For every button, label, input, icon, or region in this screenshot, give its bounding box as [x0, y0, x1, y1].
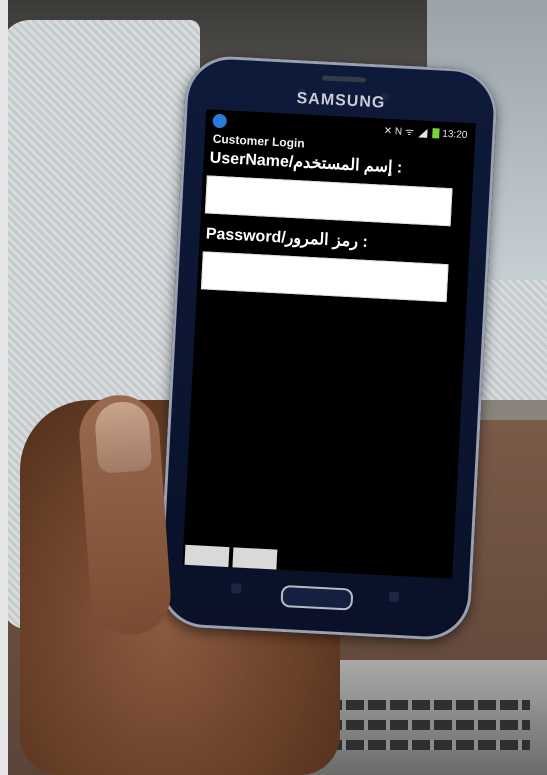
menu-key-icon[interactable] — [231, 583, 242, 594]
home-button[interactable] — [280, 584, 354, 611]
clock: 13:20 — [442, 128, 468, 141]
thumbnail — [93, 400, 153, 474]
status-icons: ✕ N ᯤ 13:20 — [383, 123, 467, 141]
earpiece-speaker — [322, 75, 367, 83]
login-button[interactable] — [183, 544, 230, 578]
wifi-icon: ᯤ — [404, 126, 415, 139]
username-label: UserName/إسم المستخدم : — [209, 149, 403, 177]
back-key-icon[interactable] — [388, 591, 400, 603]
signal-icon — [418, 128, 429, 138]
password-label: Password/رمز المرور : — [205, 225, 369, 251]
smartphone: SAMSUNG ✕ N ᯤ 13:20 Customer Login UserN… — [157, 54, 499, 642]
phone-screen: ✕ N ᯤ 13:20 Customer Login UserName/إسم … — [182, 109, 476, 579]
username-input[interactable] — [204, 175, 453, 227]
password-input[interactable] — [200, 251, 449, 303]
photo-scene: SAMSUNG ✕ N ᯤ 13:20 Customer Login UserN… — [0, 0, 547, 775]
nfc-icon: N — [394, 126, 403, 138]
battery-icon — [432, 128, 440, 139]
cancel-button[interactable] — [231, 547, 278, 579]
notification-icon[interactable] — [212, 113, 228, 129]
mute-icon: ✕ — [383, 125, 393, 138]
photo-border — [0, 0, 8, 775]
